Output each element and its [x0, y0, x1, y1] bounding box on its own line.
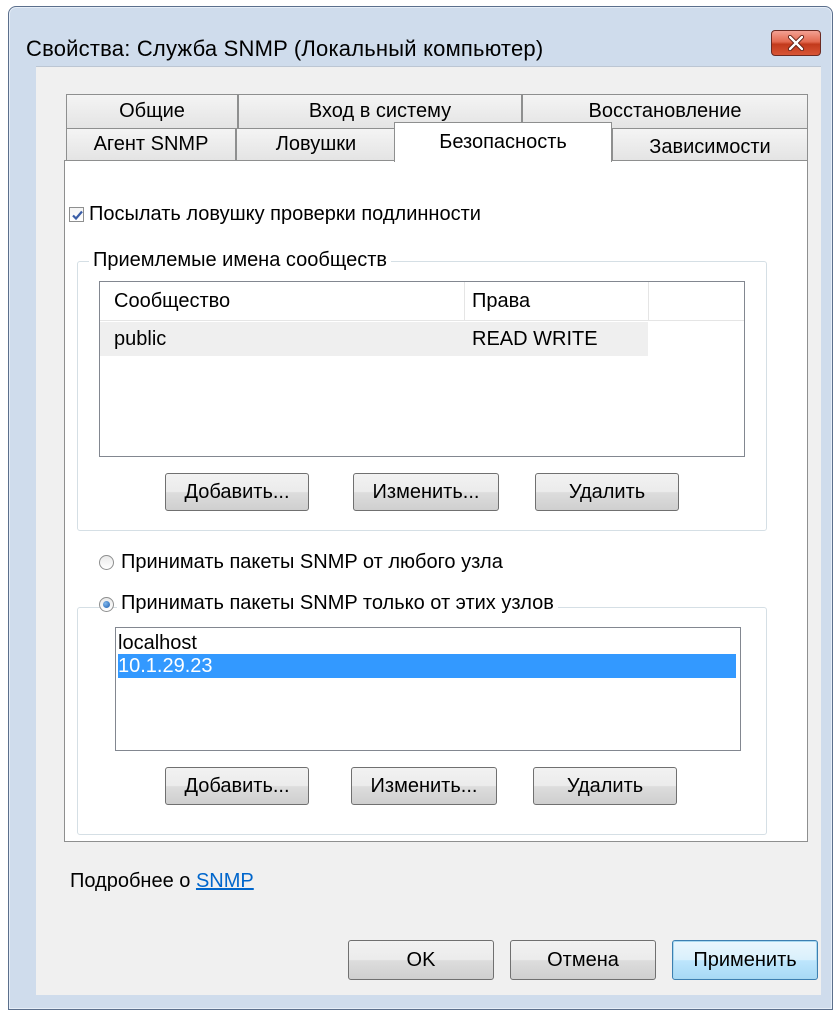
apply-button[interactable]: Применить: [672, 940, 818, 980]
community-rights-cell: READ WRITE: [472, 328, 598, 350]
apply-label: Применить: [693, 948, 797, 971]
tab-general[interactable]: Общие: [66, 94, 238, 128]
host-remove-label: Удалить: [566, 774, 644, 797]
community-remove-button[interactable]: Удалить: [535, 473, 679, 511]
community-edit-button[interactable]: Изменить...: [353, 473, 499, 511]
host-add-label: Добавить...: [184, 774, 290, 797]
tab-dependencies-label: Зависимости: [649, 136, 771, 158]
ok-button[interactable]: OK: [348, 940, 494, 980]
community-remove-label: Удалить: [568, 480, 646, 503]
more-info-prefix: Подробнее о: [70, 870, 196, 892]
tab-security-label: Безопасность: [439, 131, 567, 153]
table-row[interactable]: public READ WRITE: [100, 322, 648, 356]
host-edit-button[interactable]: Изменить...: [351, 767, 497, 805]
tab-traps[interactable]: Ловушки: [236, 128, 396, 160]
snmp-help-link[interactable]: SNMP: [196, 870, 254, 892]
tab-traps-label: Ловушки: [275, 133, 357, 155]
list-item[interactable]: 10.1.29.23: [118, 654, 736, 678]
send-auth-trap-checkbox[interactable]: [69, 207, 84, 222]
community-name-cell: public: [114, 328, 167, 350]
host-name: localhost: [118, 632, 197, 654]
community-edit-label: Изменить...: [372, 480, 480, 503]
more-info-text: Подробнее о SNMP: [70, 870, 254, 893]
column-separator: [464, 282, 465, 320]
cancel-button[interactable]: Отмена: [510, 940, 656, 980]
host-remove-button[interactable]: Удалить: [533, 767, 677, 805]
communities-listview[interactable]: Сообщество Права public READ WRITE: [99, 281, 745, 457]
accept-these-label: Принимать пакеты SNMP только от этих узл…: [117, 592, 558, 615]
tab-recovery-label: Восстановление: [588, 100, 742, 122]
cancel-label: Отмена: [547, 948, 619, 971]
accept-any-radio[interactable]: [99, 555, 114, 570]
list-item[interactable]: localhost: [118, 631, 736, 655]
host-edit-label: Изменить...: [370, 774, 478, 797]
checkmark-icon: [72, 210, 83, 221]
column-rights[interactable]: Права: [472, 290, 530, 313]
accept-any-label: Принимать пакеты SNMP от любого узла: [121, 551, 503, 573]
communities-group-label: Приемлемые имена сообществ: [89, 249, 391, 272]
close-button[interactable]: [771, 30, 821, 56]
column-separator: [648, 282, 649, 320]
host-add-button[interactable]: Добавить...: [165, 767, 309, 805]
tab-security[interactable]: Безопасность: [394, 122, 612, 162]
host-name: 10.1.29.23: [118, 655, 213, 677]
communities-header: Сообщество Права: [100, 282, 744, 321]
security-tab-panel: Посылать ловушку проверки подлинности Пр…: [64, 160, 808, 842]
community-add-label: Добавить...: [184, 480, 290, 503]
tab-logon-label: Вход в систему: [308, 100, 452, 122]
accept-these-radio[interactable]: [99, 597, 114, 612]
community-add-button[interactable]: Добавить...: [165, 473, 309, 511]
tab-dependencies[interactable]: Зависимости: [612, 128, 808, 160]
tab-snmp-agent[interactable]: Агент SNMP: [66, 128, 236, 160]
ok-label: OK: [406, 948, 436, 971]
window-title: Свойства: Служба SNMP (Локальный компьют…: [26, 36, 544, 61]
tab-snmp-agent-label: Агент SNMP: [93, 133, 209, 155]
close-icon: [787, 35, 805, 51]
column-community[interactable]: Сообщество: [114, 290, 230, 313]
tab-general-label: Общие: [119, 100, 185, 122]
hosts-listbox[interactable]: localhost 10.1.29.23: [115, 627, 741, 751]
send-auth-trap-label: Посылать ловушку проверки подлинности: [89, 203, 481, 225]
